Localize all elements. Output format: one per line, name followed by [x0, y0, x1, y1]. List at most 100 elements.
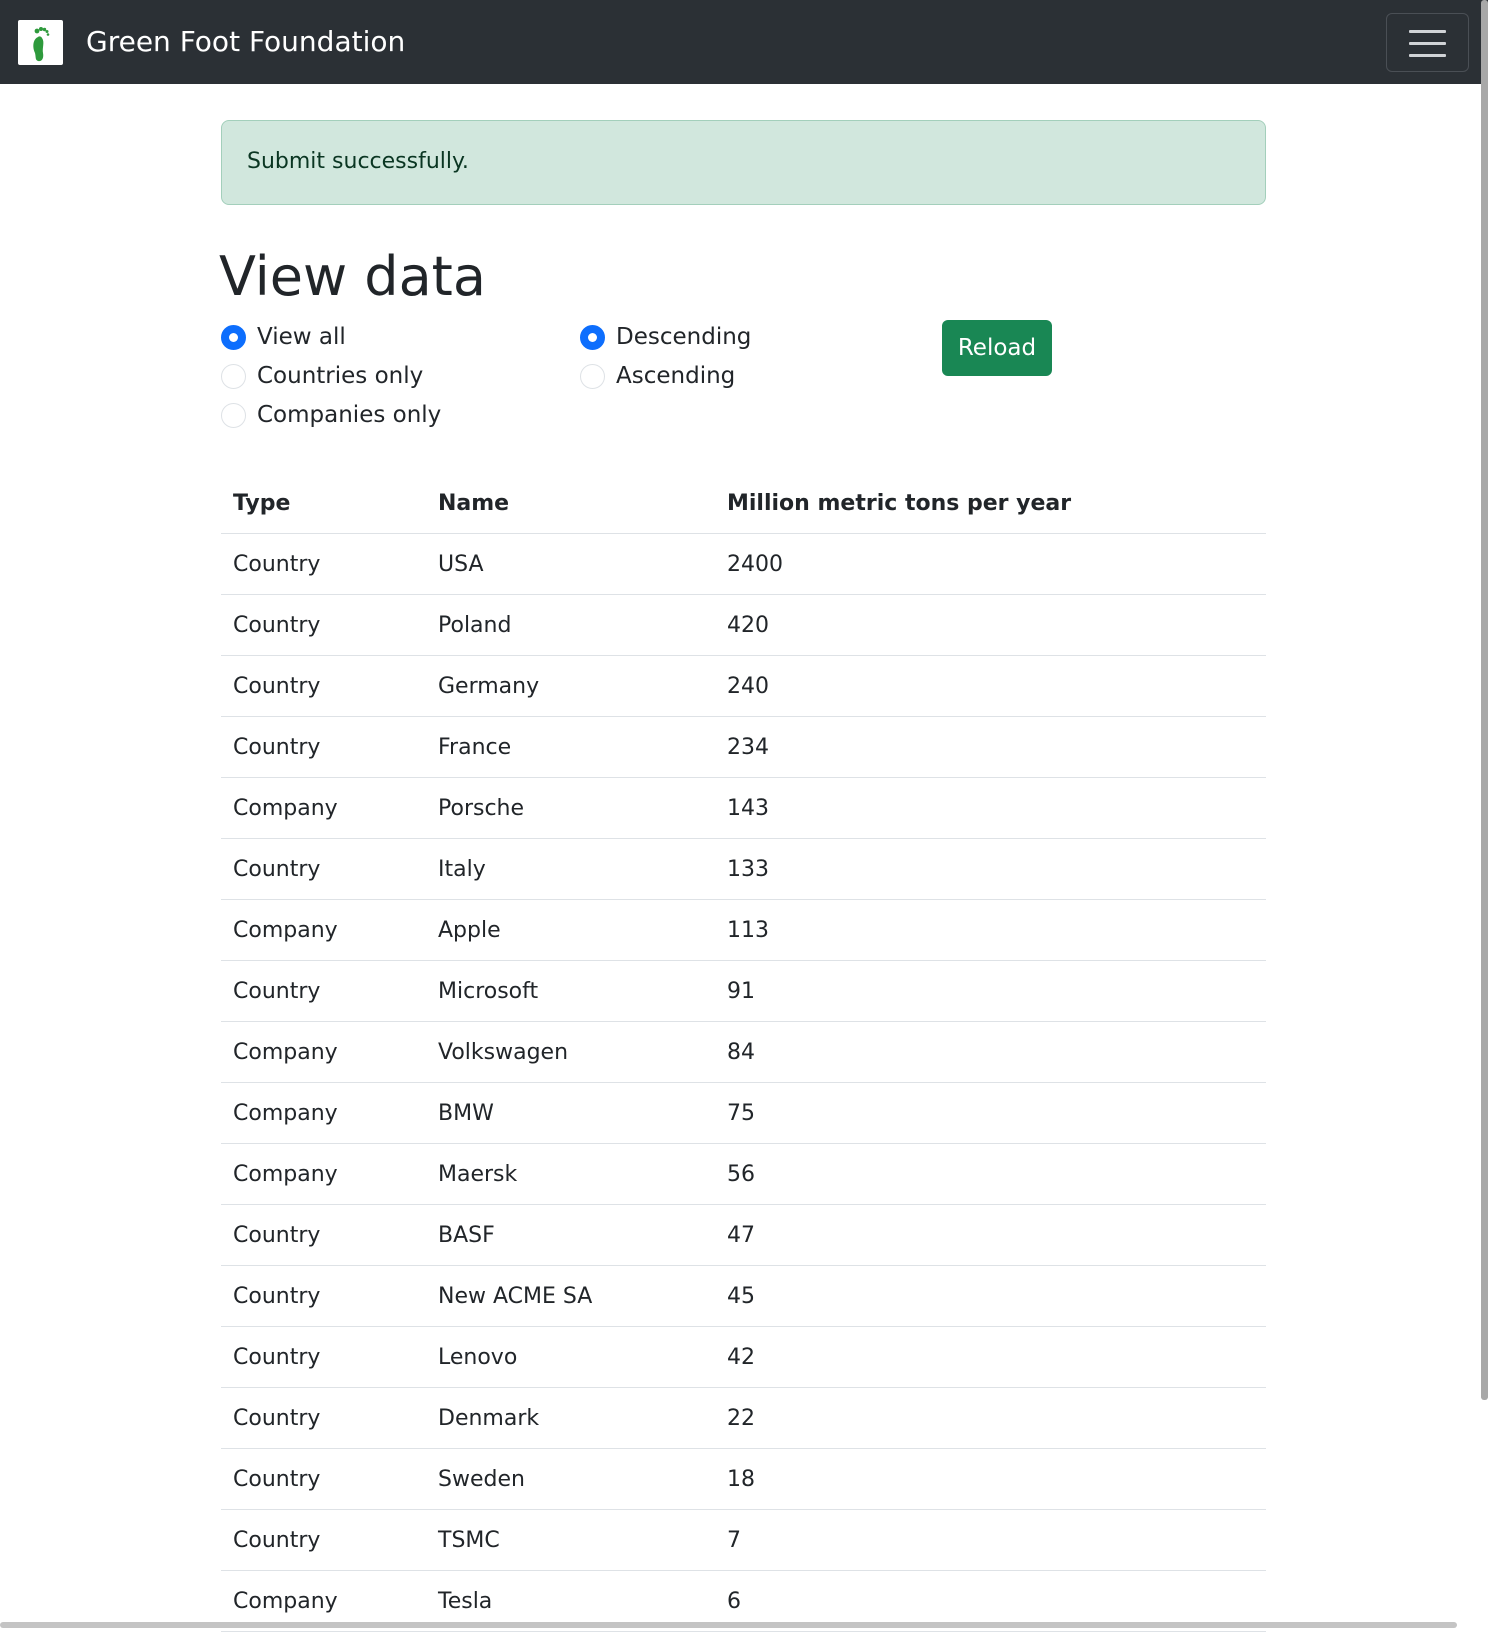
filter-option-companies-only[interactable]: Companies only: [221, 398, 441, 432]
sort-option-ascending[interactable]: Ascending: [580, 359, 735, 393]
cell-type: Company: [233, 1100, 338, 1126]
cell-name: Denmark: [438, 1405, 540, 1431]
cell-name: Volkswagen: [438, 1039, 569, 1065]
cell-emissions: 56: [727, 1161, 755, 1187]
cell-emissions: 240: [727, 673, 769, 699]
table-row[interactable]: Company BMW 75: [221, 1083, 1266, 1144]
table-row[interactable]: Company Apple 113: [221, 900, 1266, 961]
radio-label: Companies only: [257, 402, 442, 428]
cell-emissions: 420: [727, 612, 769, 638]
hamburger-menu-icon: [1409, 54, 1446, 57]
navbar-toggle-button[interactable]: [1386, 13, 1469, 72]
cell-name: France: [438, 734, 512, 760]
cell-emissions: 47: [727, 1222, 755, 1248]
column-header-type[interactable]: Type: [233, 474, 290, 533]
cell-emissions: 143: [727, 795, 769, 821]
table-row[interactable]: Country TSMC 7: [221, 1510, 1266, 1571]
cell-emissions: 42: [727, 1344, 755, 1370]
brand-name[interactable]: Green Foot Foundation: [86, 24, 405, 60]
alert-message: Submit successfully.: [247, 149, 469, 174]
cell-type: Country: [233, 1527, 321, 1553]
success-alert: Submit successfully.: [221, 120, 1266, 205]
filter-option-view-all[interactable]: View all: [221, 320, 346, 354]
cell-name: Germany: [438, 673, 540, 699]
vertical-scrollbar[interactable]: [1481, 0, 1488, 1400]
cell-name: Lenovo: [438, 1344, 518, 1370]
cell-type: Company: [233, 1161, 338, 1187]
radio-button[interactable]: [221, 402, 246, 428]
cell-emissions: 18: [727, 1466, 755, 1492]
table-row[interactable]: Country Denmark 22: [221, 1388, 1266, 1449]
horizontal-scrollbar[interactable]: [0, 1622, 1457, 1628]
table-row[interactable]: Country New ACME SA 45: [221, 1266, 1266, 1327]
cell-name: Porsche: [438, 795, 525, 821]
radio-label: Descending: [616, 324, 752, 350]
cell-name: Apple: [438, 917, 501, 943]
cell-name: Sweden: [438, 1466, 525, 1492]
cell-emissions: 7: [727, 1527, 741, 1553]
table-row[interactable]: Country BASF 47: [221, 1205, 1266, 1266]
page-title: View data: [219, 245, 486, 308]
filter-option-countries-only[interactable]: Countries only: [221, 359, 423, 393]
emissions-table: Type Name Million metric tons per year C…: [221, 474, 1266, 1632]
table-row[interactable]: Country France 234: [221, 717, 1266, 778]
cell-emissions: 84: [727, 1039, 755, 1065]
table-row[interactable]: Company Volkswagen 84: [221, 1022, 1266, 1083]
green-footprint-icon[interactable]: [18, 20, 63, 65]
cell-type: Company: [233, 795, 338, 821]
column-header-emissions[interactable]: Million metric tons per year: [727, 474, 1071, 533]
top-navbar: Green Foot Foundation: [0, 0, 1488, 84]
sort-option-descending[interactable]: Descending: [580, 320, 751, 354]
column-header-name[interactable]: Name: [438, 474, 509, 533]
reload-button[interactable]: Reload: [942, 320, 1052, 376]
table-row[interactable]: Country Poland 420: [221, 595, 1266, 656]
cell-emissions: 2400: [727, 551, 783, 577]
table-row[interactable]: Country Italy 133: [221, 839, 1266, 900]
radio-label: View all: [257, 324, 346, 350]
table-row[interactable]: Company Maersk 56: [221, 1144, 1266, 1205]
cell-name: TSMC: [438, 1527, 500, 1553]
cell-type: Country: [233, 734, 321, 760]
radio-button[interactable]: [221, 324, 246, 350]
cell-type: Country: [233, 1405, 321, 1431]
cell-name: Microsoft: [438, 978, 539, 1004]
cell-name: USA: [438, 551, 484, 577]
cell-type: Company: [233, 1039, 338, 1065]
cell-emissions: 45: [727, 1283, 755, 1309]
footprint-graphic: [33, 27, 50, 62]
cell-emissions: 234: [727, 734, 769, 760]
cell-name: Italy: [438, 856, 486, 882]
cell-emissions: 133: [727, 856, 769, 882]
cell-type: Country: [233, 1344, 321, 1370]
cell-name: New ACME SA: [438, 1283, 593, 1309]
table-row[interactable]: Country USA 2400: [221, 534, 1266, 595]
hamburger-menu-icon: [1409, 42, 1446, 45]
table-row[interactable]: Country Microsoft 91: [221, 961, 1266, 1022]
cell-type: Country: [233, 1466, 321, 1492]
cell-emissions: 91: [727, 978, 755, 1004]
hamburger-menu-icon: [1409, 30, 1446, 33]
cell-emissions: 113: [727, 917, 769, 943]
cell-type: Company: [233, 917, 338, 943]
cell-name: BASF: [438, 1222, 495, 1248]
cell-type: Country: [233, 1222, 321, 1248]
table-row[interactable]: Country Germany 240: [221, 656, 1266, 717]
cell-type: Country: [233, 1283, 321, 1309]
cell-emissions: 22: [727, 1405, 755, 1431]
cell-type: Country: [233, 673, 321, 699]
table-row[interactable]: Company Porsche 143: [221, 778, 1266, 839]
cell-type: Country: [233, 612, 321, 638]
radio-label: Countries only: [257, 363, 424, 389]
cell-type: Country: [233, 856, 321, 882]
radio-button[interactable]: [580, 363, 605, 389]
table-row[interactable]: Country Lenovo 42: [221, 1327, 1266, 1388]
radio-label: Ascending: [616, 363, 736, 389]
radio-button[interactable]: [221, 363, 246, 389]
cell-type: Country: [233, 551, 321, 577]
cell-name: Maersk: [438, 1161, 518, 1187]
table-row[interactable]: Country Sweden 18: [221, 1449, 1266, 1510]
table-body: Country USA 2400 Country Poland 420 Country Ger…: [221, 534, 1266, 1632]
cell-type: Country: [233, 978, 321, 1004]
radio-button[interactable]: [580, 324, 605, 350]
cell-name: Poland: [438, 612, 512, 638]
